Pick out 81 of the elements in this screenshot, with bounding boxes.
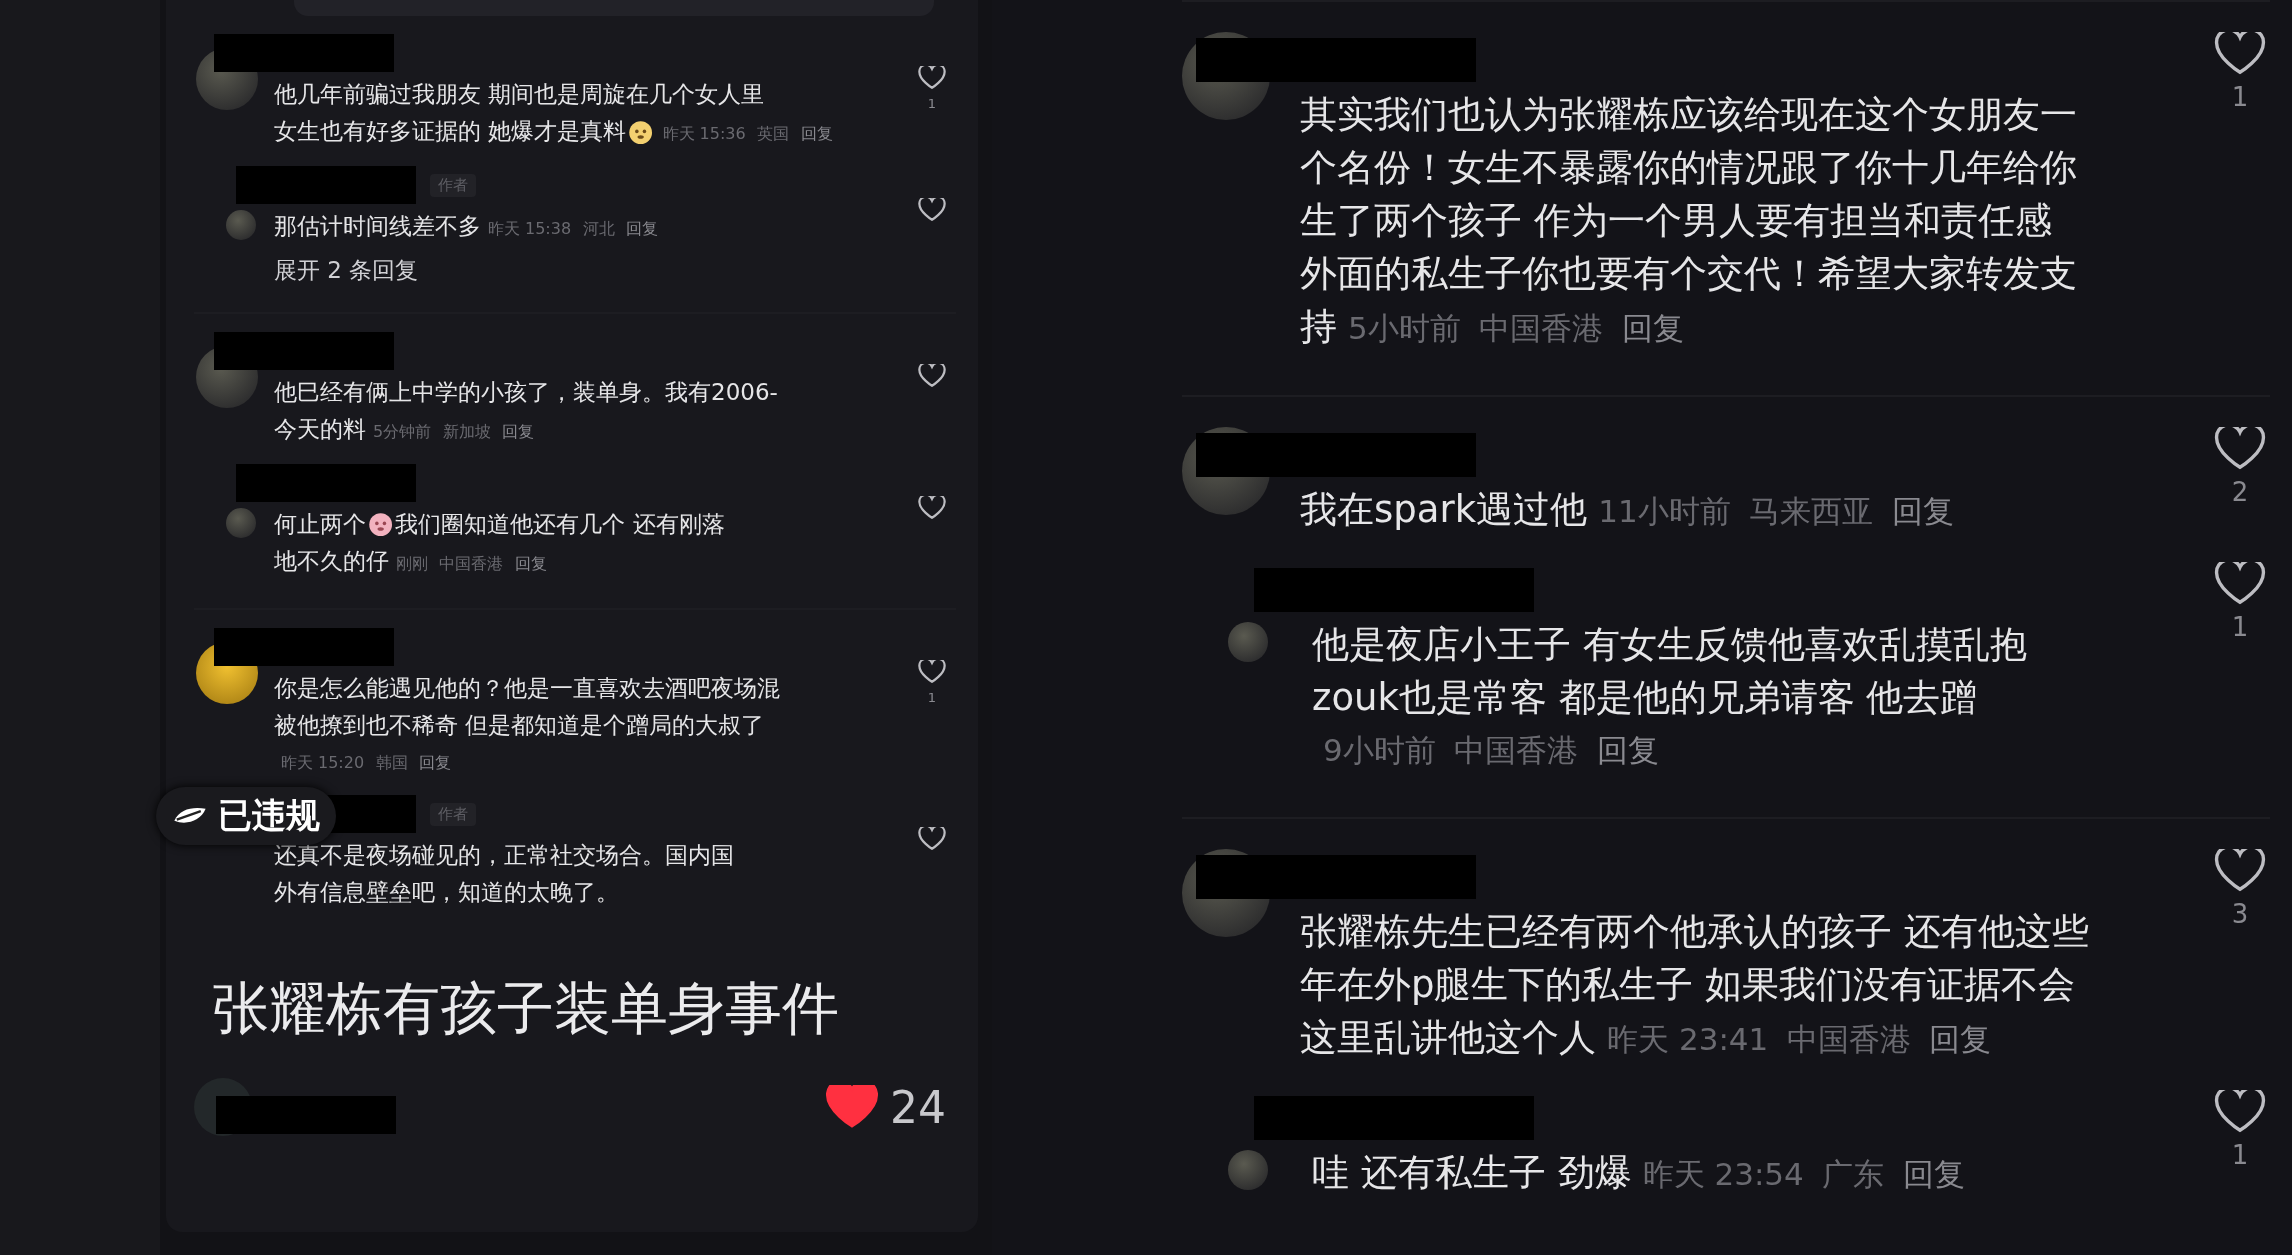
comment-text: 我们圈知道他还有几个 还有刚落: [395, 510, 725, 539]
comment-text: 女生也有好多证据的 她爆才是真料: [274, 117, 627, 146]
heart-icon[interactable]: [918, 660, 946, 684]
comment-text: 持: [1300, 304, 1337, 350]
comment-text: 被他撩到也不稀奇 但是都知道是个蹭局的大叔了: [274, 711, 765, 740]
heart-icon[interactable]: [2214, 1090, 2266, 1135]
comment-text: 地不久的仔: [274, 547, 389, 576]
heart-icon[interactable]: [2214, 32, 2266, 77]
comment-text: 生了两个孩子 作为一个男人要有担当和责任感: [1300, 198, 2052, 244]
comment-text: 其实我们也认为张耀栋应该给现在这个女朋友一: [1300, 92, 2077, 138]
post-title: 张耀栋有孩子装单身事件: [212, 974, 840, 1043]
emoji-icon: [368, 511, 394, 538]
reply-link[interactable]: 回复: [502, 413, 535, 450]
heart-icon[interactable]: [918, 496, 946, 520]
comment-location: 新加坡: [442, 421, 491, 443]
emoji-icon: [628, 119, 654, 146]
comment-time: 昨天 23:54: [1642, 1155, 1804, 1194]
comment-time: 昨天 15:36: [662, 123, 746, 145]
like-count: 1: [2231, 82, 2249, 113]
author-tag: 作者: [430, 802, 476, 826]
comment-location: 中国香港: [439, 553, 504, 575]
comment-location: 河北: [582, 218, 615, 240]
author-tag: 作者: [430, 173, 476, 197]
comment-time: 昨天 15:20: [280, 752, 365, 774]
violation-label: 已违规: [218, 794, 320, 837]
comment-text: 何止两个: [274, 510, 366, 539]
comment-time: 5分钟前: [372, 421, 432, 443]
comment-location: 广东: [1822, 1155, 1885, 1194]
expand-replies-link[interactable]: 展开 2 条回复: [274, 255, 419, 286]
reply-link[interactable]: 回复: [1902, 1148, 1965, 1201]
comment-text: 我在spark遇过他: [1300, 487, 1588, 533]
heart-icon[interactable]: [826, 1085, 878, 1129]
comment-location: 韩国: [375, 752, 408, 774]
heart-icon[interactable]: [918, 364, 946, 388]
reply-link[interactable]: 回复: [800, 115, 833, 152]
heart-icon[interactable]: [2214, 427, 2266, 472]
comment-location: 中国香港: [1454, 731, 1579, 770]
comment-text: zouk也是常客 都是他的兄弟请客 他去蹭: [1312, 675, 1978, 721]
reply-link[interactable]: 回复: [1891, 485, 1954, 538]
comment-text: 他是夜店小王子 有女生反馈他喜欢乱摸乱抱: [1312, 622, 2027, 668]
comment-location: 英国: [757, 123, 790, 145]
heart-icon[interactable]: [918, 198, 946, 222]
comment-text: 那估计时间线差不多: [274, 212, 481, 241]
like-count: 24: [890, 1081, 946, 1133]
reply-link[interactable]: 回复: [1929, 1013, 1992, 1066]
comment-time: 5小时前: [1348, 309, 1461, 348]
comment-text: 个名份！女生不暴露你的情况跟了你十几年给你: [1300, 145, 2077, 191]
reply-link[interactable]: 回复: [1621, 302, 1684, 355]
like-count: 1: [2231, 1140, 2249, 1171]
comment-time: 昨天 23:41: [1607, 1020, 1769, 1059]
heart-icon[interactable]: [2214, 849, 2266, 894]
comment-text: 他巳经有俩上中学的小孩了，装单身。我有2006-: [274, 378, 778, 407]
like-count: 3: [2231, 899, 2249, 930]
comment-time: 9小时前: [1323, 731, 1436, 770]
comment-text: 外有信息壁垒吧，知道的太晚了。: [274, 878, 619, 907]
comment-text: 外面的私生子你也要有个交代！希望大家转发支: [1300, 251, 2077, 297]
reply-link[interactable]: 回复: [419, 744, 452, 781]
comment-text: 他几年前骗过我朋友 期间也是周旋在几个女人里: [274, 80, 765, 109]
comment-location: 中国香港: [1786, 1020, 1911, 1059]
comment-text: 你是怎么能遇见他的？他是一直喜欢去酒吧夜场混: [274, 674, 780, 703]
comment-text: 张耀栋先生已经有两个他承认的孩子 还有他这些: [1300, 909, 2089, 955]
comment-text: 这里乱讲他这个人: [1300, 1015, 1596, 1061]
comment-time: 昨天 15:38: [487, 218, 572, 240]
like-count: 1: [927, 689, 937, 705]
comment-time: 刚刚: [395, 553, 428, 575]
heart-icon[interactable]: [918, 827, 946, 851]
comment-text: 年在外p腿生下的私生子 如果我们没有证据不会: [1300, 962, 2076, 1008]
like-count: 1: [927, 95, 937, 111]
like-count: 2: [2231, 477, 2249, 508]
heart-icon[interactable]: [2214, 562, 2266, 607]
comment-location: 马来西亚: [1749, 492, 1874, 531]
reply-link[interactable]: 回复: [514, 545, 547, 582]
comment-text: 今天的料: [274, 415, 366, 444]
like-count: 1: [2231, 612, 2249, 643]
reply-link[interactable]: 回复: [626, 210, 659, 247]
reply-link[interactable]: 回复: [1596, 724, 1659, 777]
comment-time: 11小时前: [1598, 492, 1731, 531]
comment-text: 哇 还有私生子 劲爆: [1312, 1150, 1632, 1196]
comment-text: 还真不是夜场碰见的，正常社交场合。国内国: [274, 841, 734, 870]
comment-location: 中国香港: [1479, 309, 1604, 348]
heart-icon[interactable]: [918, 66, 946, 90]
